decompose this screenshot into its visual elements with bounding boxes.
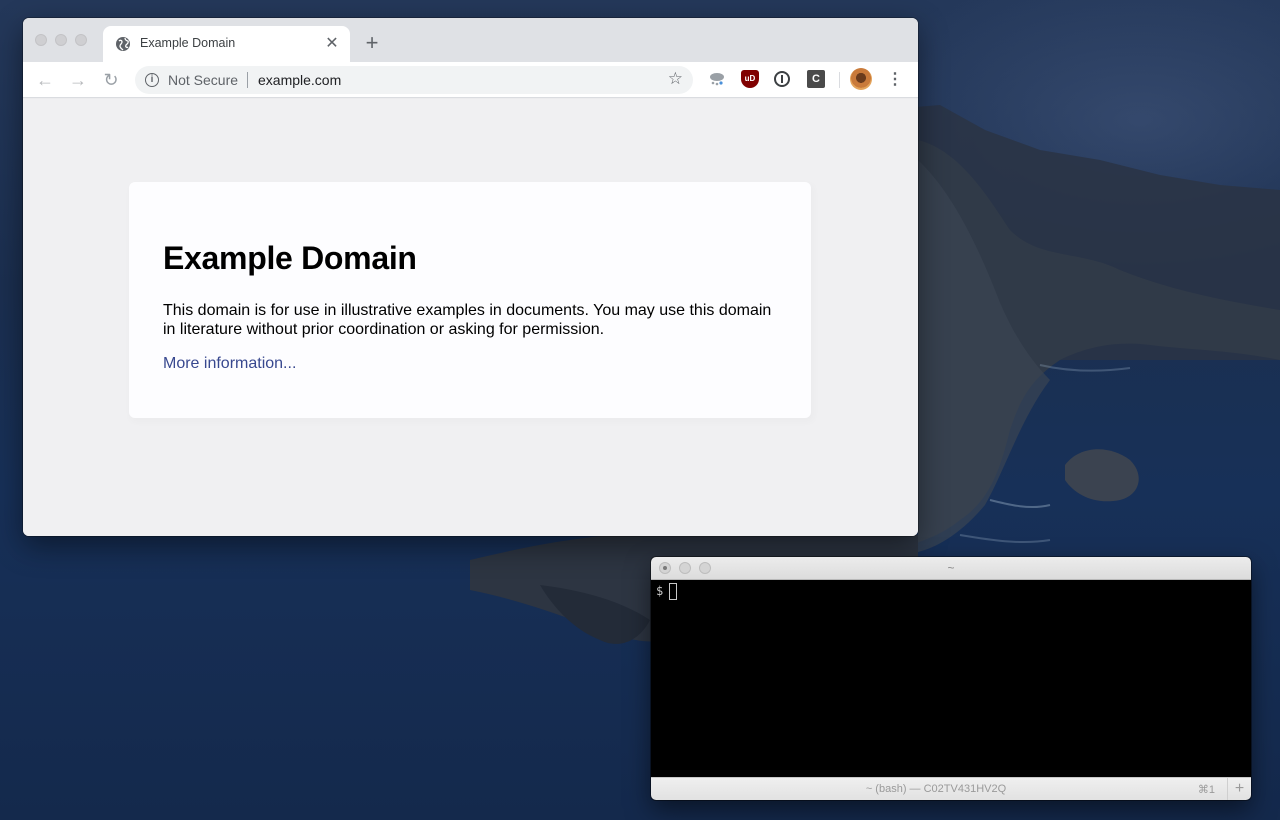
close-window-button[interactable]: [35, 34, 47, 46]
terminal-tab-bar: ~ (bash) — C02TV431HV2Q ⌘1 +: [651, 777, 1251, 800]
star-icon[interactable]: ☆: [668, 69, 683, 89]
omnibox-divider: [247, 72, 248, 88]
terminal-titlebar: ~: [651, 557, 1251, 580]
security-label[interactable]: Not Secure: [168, 72, 238, 88]
arrow-left-icon[interactable]: ←: [34, 69, 56, 91]
tab-strip: Example Domain ✕ +: [23, 18, 918, 62]
kebab-menu-icon[interactable]: ⋮: [887, 69, 903, 91]
reload-icon[interactable]: ↻: [100, 69, 122, 91]
url-text[interactable]: example.com: [258, 72, 341, 88]
ublock-icon[interactable]: uD: [741, 70, 759, 88]
c-extension-icon[interactable]: C: [807, 70, 825, 88]
terminal-tab-label[interactable]: ~ (bash) — C02TV431HV2Q: [651, 783, 1221, 795]
browser-window: Example Domain ✕ + ← → ↻ i Not Secure ex…: [23, 18, 918, 536]
shell-prompt: $: [656, 584, 664, 598]
minimize-window-button[interactable]: [55, 34, 67, 46]
text-cursor: [669, 583, 677, 600]
page-paragraph: This domain is for use in illustrative e…: [163, 302, 772, 338]
page-title: Example Domain: [163, 240, 417, 276]
content-card: Example Domain This domain is for use in…: [129, 182, 811, 418]
globe-icon: [116, 37, 130, 51]
arrow-right-icon[interactable]: →: [67, 69, 89, 91]
page-viewport: Example Domain This domain is for use in…: [23, 99, 918, 536]
zoom-window-button[interactable]: [75, 34, 87, 46]
close-icon[interactable]: ✕: [322, 34, 342, 54]
new-terminal-tab-button[interactable]: +: [1227, 778, 1251, 800]
tab-example-domain[interactable]: Example Domain ✕: [103, 26, 350, 62]
address-bar[interactable]: i Not Secure example.com ☆: [135, 66, 693, 94]
info-icon[interactable]: i: [145, 73, 159, 87]
more-information-link[interactable]: More information...: [163, 355, 296, 372]
plus-icon[interactable]: +: [361, 32, 383, 54]
terminal-tab-shortcut: ⌘1: [1197, 784, 1215, 796]
terminal-window: ~ $ ~ (bash) — C02TV431HV2Q ⌘1 +: [651, 557, 1251, 800]
browser-toolbar: ← → ↻ i Not Secure example.com ☆ uD C ⋮: [23, 62, 918, 98]
window-controls: [35, 34, 87, 46]
avatar[interactable]: [850, 68, 872, 90]
tab-title: Example Domain: [140, 36, 236, 50]
onepassword-icon[interactable]: [774, 71, 790, 87]
terminal-title: ~: [947, 561, 955, 575]
weather-extension-icon[interactable]: [708, 70, 726, 88]
terminal-body[interactable]: $: [651, 580, 1251, 777]
toolbar-divider: [839, 72, 840, 88]
